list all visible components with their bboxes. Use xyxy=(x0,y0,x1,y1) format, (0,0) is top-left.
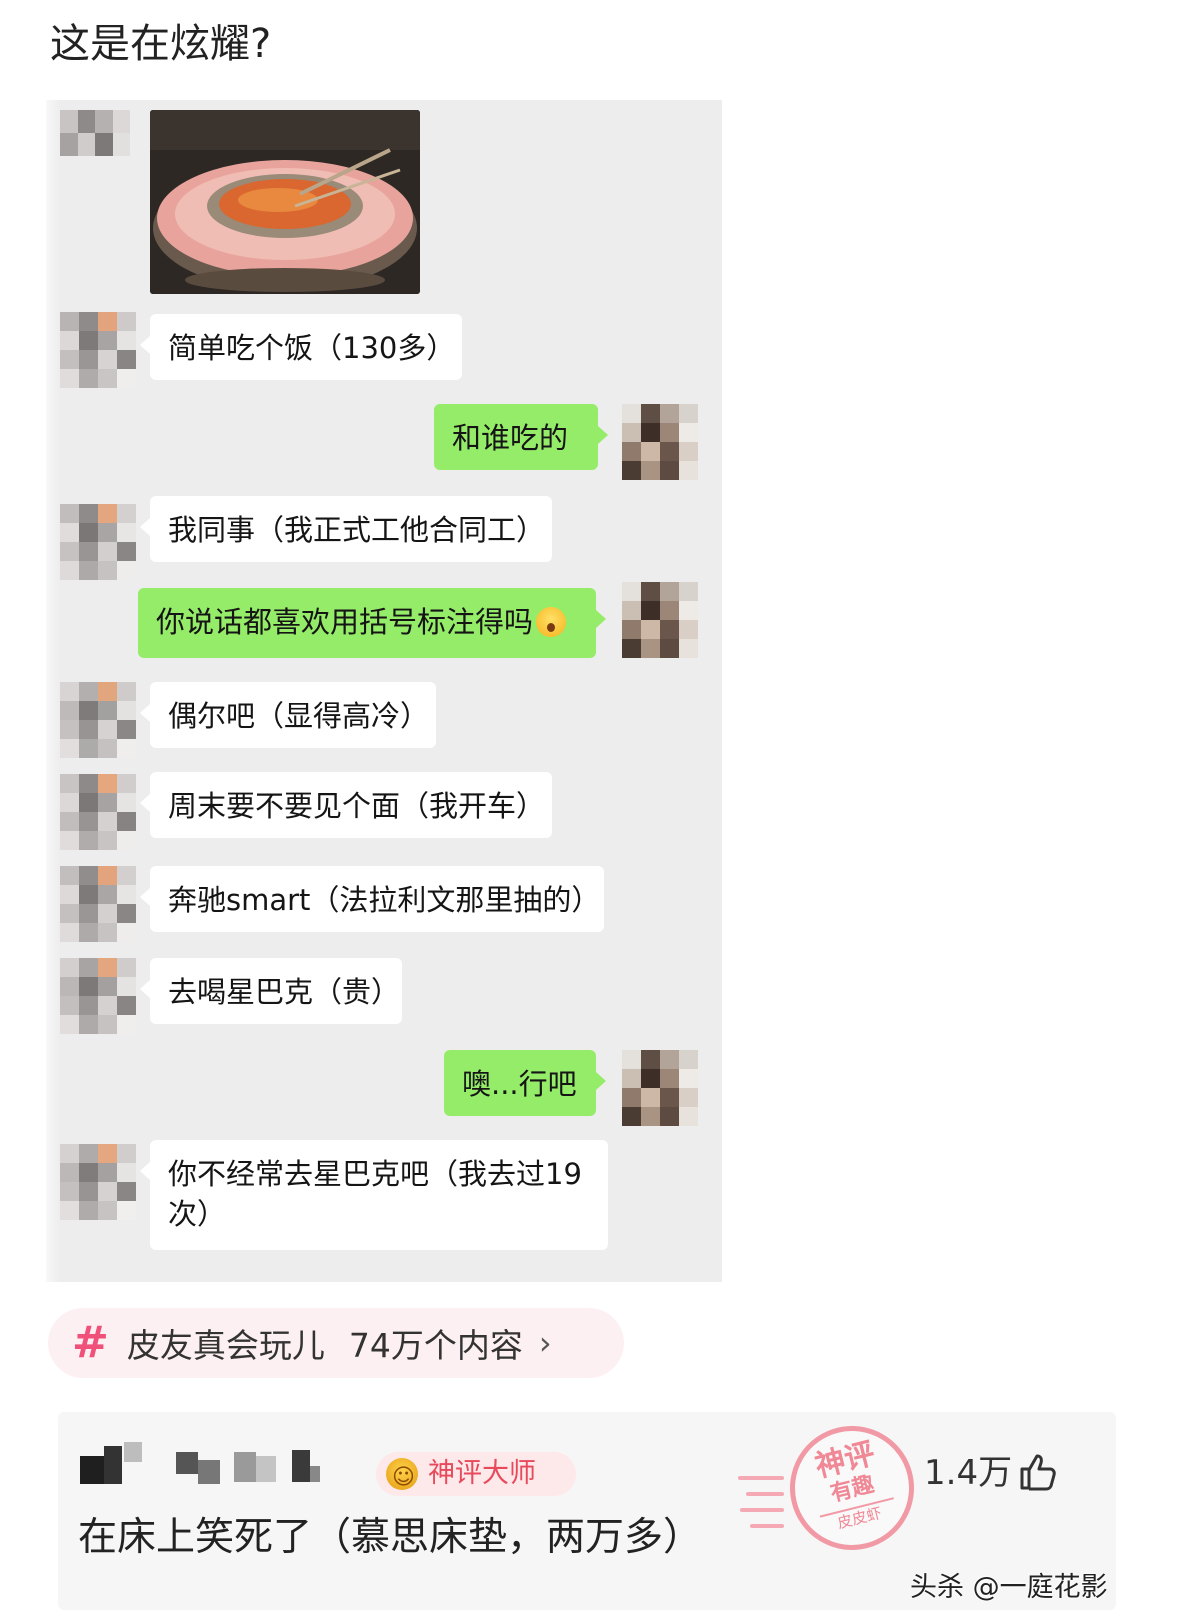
comment-text: 在床上笑死了（慕思床垫，两万多） xyxy=(78,1515,703,1560)
own-avatar xyxy=(622,582,698,658)
chat-message-incoming: 去喝星巴克（贵） xyxy=(140,958,402,1024)
contact-avatar xyxy=(60,682,136,758)
message-text: 你说话都喜欢用括号标注得吗 xyxy=(156,605,534,639)
chat-message-outgoing: 你说话都喜欢用括号标注得吗 xyxy=(138,588,606,658)
hotpot-photo[interactable] xyxy=(150,110,420,294)
message-text: 和谁吃的 xyxy=(452,421,569,455)
own-avatar xyxy=(622,404,698,480)
chat-message-incoming: 奔驰smart（法拉利文那里抽的） xyxy=(140,866,604,932)
chat-screenshot: 简单吃个饭（130多） 和谁吃的 我同事（我正式工他合同工） 你说话都喜欢用括号… xyxy=(46,100,722,1282)
watermark: 头杀 @一庭花影 xyxy=(910,1572,1108,1603)
topic-count: 74万个内容 xyxy=(348,1326,523,1365)
contact-avatar xyxy=(60,774,136,850)
own-avatar xyxy=(622,1050,698,1126)
contact-avatar xyxy=(60,1144,136,1220)
message-text: 去喝星巴克（贵） xyxy=(168,975,401,1009)
master-commenter-badge: 神评大师 xyxy=(376,1452,576,1500)
message-text: 简单吃个饭（130多） xyxy=(168,331,456,365)
like-count: 1.4万 xyxy=(924,1453,1013,1493)
message-text: 噢...行吧 xyxy=(462,1067,577,1101)
contact-avatar xyxy=(60,866,136,942)
message-text: 偶尔吧（显得高冷） xyxy=(168,699,430,733)
contact-avatar xyxy=(60,958,136,1034)
chat-message-outgoing: 和谁吃的 xyxy=(434,404,608,470)
hot-comment-stamp: 神评 有趣 皮皮虾 xyxy=(776,1412,928,1564)
chevron-right-icon: › xyxy=(538,1324,552,1362)
badge-label: 神评大师 xyxy=(428,1458,536,1489)
chat-message-incoming: 简单吃个饭（130多） xyxy=(140,314,462,380)
medal-icon xyxy=(386,1456,418,1500)
screenshot-edge xyxy=(46,100,60,1282)
chat-message-outgoing: 噢...行吧 xyxy=(444,1050,606,1116)
chat-message-incoming: 周末要不要见个面（我开车） xyxy=(140,772,552,838)
chat-message-incoming: 偶尔吧（显得高冷） xyxy=(140,682,436,748)
contact-avatar xyxy=(60,312,136,388)
contact-avatar xyxy=(60,504,136,580)
message-text: 你不经常去星巴克吧（我去过19次） xyxy=(168,1157,582,1231)
topic-tag[interactable]: # 皮友真会玩儿 74万个内容 › xyxy=(48,1308,624,1378)
commenter-username[interactable] xyxy=(80,1442,340,1492)
stamp-speed-lines xyxy=(738,1468,798,1532)
post-title: 这是在炫耀? xyxy=(50,21,272,67)
chat-message-incoming: 我同事（我正式工他合同工） xyxy=(140,496,552,562)
message-text: 奔驰smart（法拉利文那里抽的） xyxy=(168,883,601,917)
chat-message-incoming: 你不经常去星巴克吧（我去过19次） xyxy=(140,1140,608,1250)
scream-emoji-icon xyxy=(536,607,567,637)
contact-avatar xyxy=(60,110,130,156)
thumb-up-icon[interactable] xyxy=(1018,1452,1058,1492)
topic-name: 皮友真会玩儿 xyxy=(126,1326,325,1365)
message-text: 我同事（我正式工他合同工） xyxy=(168,513,546,547)
hashtag-icon: # xyxy=(72,1317,109,1368)
message-text: 周末要不要见个面（我开车） xyxy=(168,789,546,823)
